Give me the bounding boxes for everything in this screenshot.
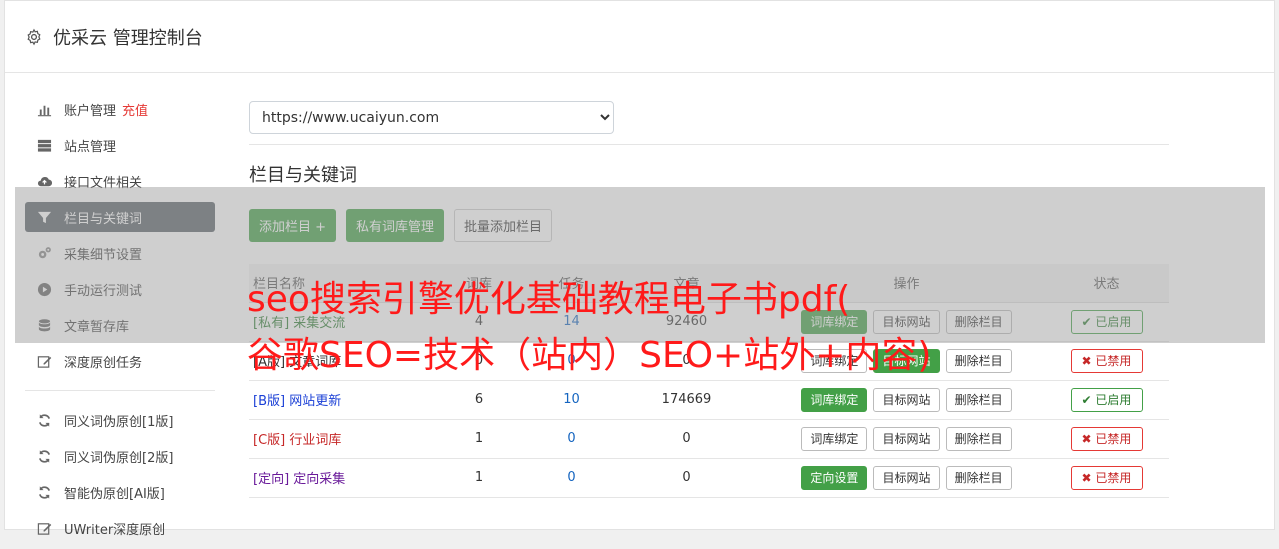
sidebar-item-label: UWriter深度原创 (64, 522, 166, 538)
status-label: 已禁用 (1095, 432, 1132, 446)
directed-settings-button[interactable]: 定向设置 (801, 465, 868, 490)
status-badge[interactable]: ✔ 已启用 (1070, 387, 1143, 412)
refresh-icon (39, 449, 50, 463)
edit-icon (37, 355, 52, 368)
status-cell: ✖ 已禁用 (1044, 458, 1169, 498)
headline-banner: seo搜索引擎优化基础教程电子书pdf( 谷歌SEO=技术（站内）SEO+站外+… (247, 272, 931, 384)
column-name: 定向采集 (293, 472, 346, 487)
sidebar-item-deep-original[interactable]: 深度原创任务 (25, 346, 215, 376)
sidebar-item-label: 账户管理 (64, 103, 117, 119)
close-icon: ✖ (1081, 470, 1096, 485)
sidebar-item-synonym-v1[interactable]: 同义词伪原创[1版] (25, 405, 215, 435)
count-cell: 0 (604, 458, 769, 498)
column-tag: [定向] (253, 472, 290, 487)
recharge-link[interactable]: 充值 (122, 100, 148, 119)
check-icon: ✔ (1081, 392, 1096, 407)
delete-column-button[interactable]: 删除栏目 (945, 387, 1012, 412)
sidebar-item-uwriter[interactable]: UWriter深度原创 (25, 513, 215, 543)
sidebar-item-sites[interactable]: 站点管理 (25, 130, 215, 160)
sidebar-item-account[interactable]: 账户管理 充值 (25, 94, 215, 124)
column-name: 网站更新 (289, 394, 342, 409)
delete-column-button[interactable]: 删除栏目 (945, 426, 1012, 451)
column-tag: [B版] (253, 394, 286, 409)
status-label: 已启用 (1095, 393, 1132, 407)
count-cell: 0 (604, 419, 769, 459)
column-name-cell[interactable]: [B版] 网站更新 (249, 380, 419, 420)
count-cell: 6 (419, 380, 539, 420)
site-select[interactable]: https://www.ucaiyun.com (249, 101, 614, 134)
close-icon: ✖ (1081, 353, 1096, 368)
status-cell: ✖ 已禁用 (1044, 341, 1169, 381)
column-name-cell[interactable]: [定向] 定向采集 (249, 458, 419, 498)
count-cell[interactable]: 0 (539, 458, 604, 498)
actions-cell: 定向设置 目标网站 删除栏目 (769, 458, 1044, 498)
section-title: 栏目与关键词 (249, 165, 357, 186)
column-name: 行业词库 (289, 433, 342, 448)
count-cell[interactable]: 0 (539, 419, 604, 459)
refresh-icon (39, 413, 50, 427)
sidebar-divider (25, 390, 215, 391)
delete-column-button[interactable]: 删除栏目 (945, 465, 1012, 490)
bind-library-button[interactable]: 词库绑定 (801, 387, 868, 412)
sidebar-item-label: 同义词伪原创[2版] (64, 450, 174, 466)
server-icon (37, 139, 52, 152)
table-row: [B版] 网站更新 6 10 174669 词库绑定 目标网站 删除栏目 ✔ 已… (249, 380, 1169, 420)
header: 优采云 管理控制台 (5, 1, 1274, 73)
status-cell: ✔ 已启用 (1044, 380, 1169, 420)
target-site-button[interactable]: 目标网站 (873, 387, 940, 412)
status-badge[interactable]: ✖ 已禁用 (1070, 426, 1143, 451)
actions-cell: 词库绑定 目标网站 删除栏目 (769, 380, 1044, 420)
count-cell: 1 (419, 458, 539, 498)
status-cell: ✖ 已禁用 (1044, 419, 1169, 459)
sidebar-item-label: 智能伪原创[AI版] (64, 486, 165, 502)
sidebar-item-label: 同义词伪原创[1版] (64, 414, 174, 430)
close-icon: ✖ (1081, 431, 1096, 446)
table-row: [C版] 行业词库 1 0 0 词库绑定 目标网站 删除栏目 ✖ 已禁用 (249, 419, 1169, 459)
status-badge[interactable]: ✖ 已禁用 (1070, 348, 1143, 373)
refresh-icon (39, 485, 50, 499)
column-tag: [C版] (253, 433, 286, 448)
gear-icon (27, 28, 41, 45)
actions-cell: 词库绑定 目标网站 删除栏目 (769, 419, 1044, 459)
count-cell[interactable]: 10 (539, 380, 604, 420)
table-row: [定向] 定向采集 1 0 0 定向设置 目标网站 删除栏目 ✖ 已禁用 (249, 458, 1169, 498)
edit-icon (37, 522, 52, 535)
status-badge[interactable]: ✖ 已禁用 (1070, 465, 1143, 490)
count-cell: 1 (419, 419, 539, 459)
column-name-cell[interactable]: [C版] 行业词库 (249, 419, 419, 459)
delete-column-button[interactable]: 删除栏目 (945, 348, 1012, 373)
section-divider (249, 144, 1169, 145)
sidebar-item-label: 深度原创任务 (64, 355, 143, 371)
target-site-button[interactable]: 目标网站 (873, 465, 940, 490)
target-site-button[interactable]: 目标网站 (873, 426, 940, 451)
sidebar-item-synonym-v2[interactable]: 同义词伪原创[2版] (25, 441, 215, 471)
headline-line-1: seo搜索引擎优化基础教程电子书pdf( (247, 279, 851, 320)
bar-chart-icon (37, 105, 52, 116)
sidebar-item-label: 站点管理 (64, 139, 117, 155)
bind-library-button[interactable]: 词库绑定 (801, 426, 868, 451)
headline-line-2: 谷歌SEO=技术（站内）SEO+站外+内容) (247, 335, 932, 376)
count-cell: 174669 (604, 380, 769, 420)
page-title: 优采云 管理控制台 (53, 27, 203, 49)
status-label: 已禁用 (1095, 471, 1132, 485)
sidebar-item-ai-rewrite[interactable]: 智能伪原创[AI版] (25, 477, 215, 507)
status-label: 已禁用 (1095, 354, 1132, 368)
